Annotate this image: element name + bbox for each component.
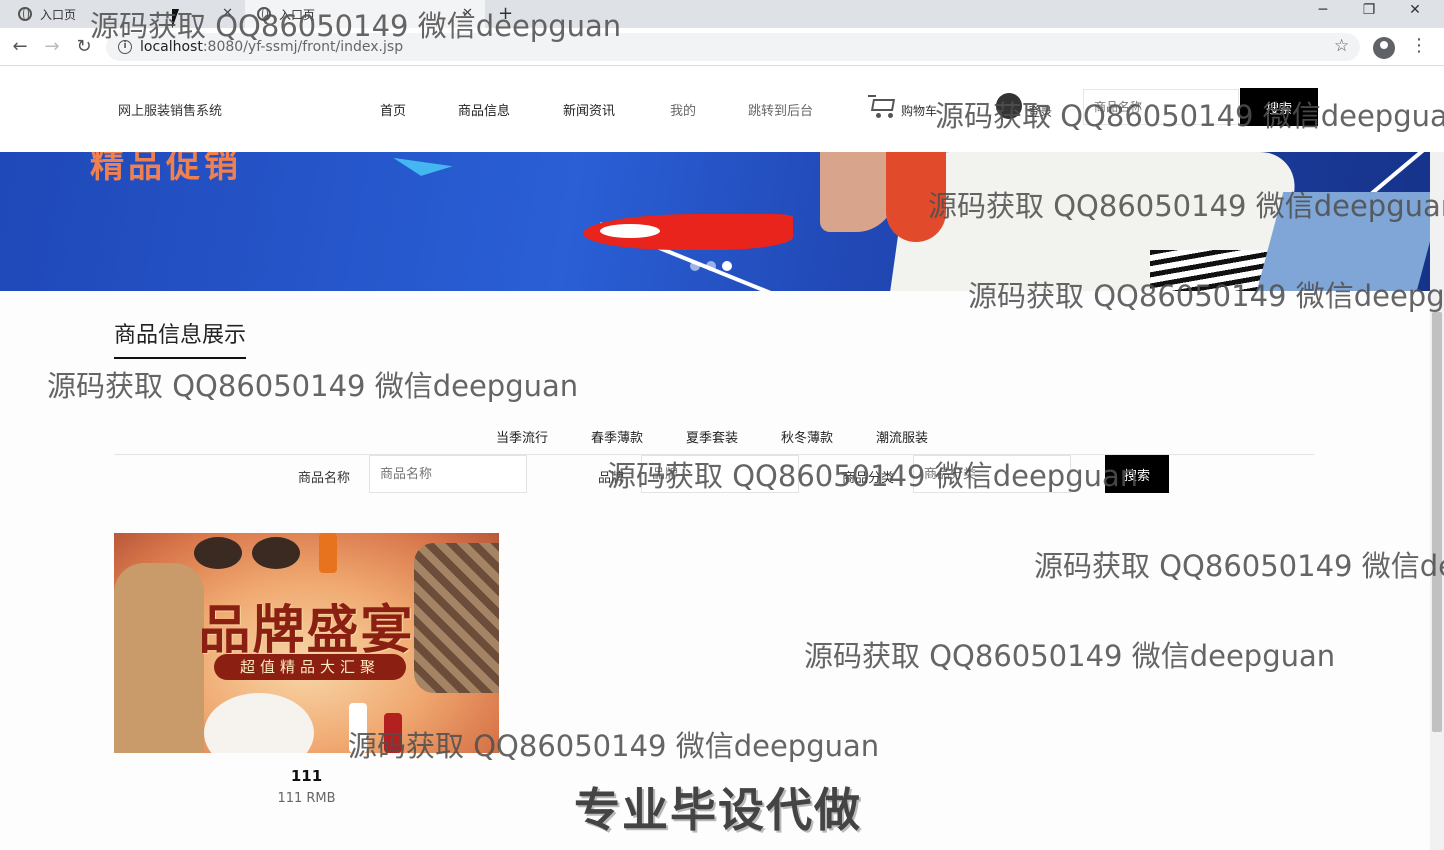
tab-title: 入口页 [40,7,77,22]
site-header: 网上服装销售系统 首页 商品信息 新闻资讯 我的 跳转到后台 购物车 登录 搜索 [0,67,1444,152]
page-scrollbar-thumb[interactable] [1432,312,1442,732]
site-brand[interactable]: 网上服装销售系统 [118,100,222,119]
url-path: :8080/yf-ssmj/front/index.jsp [202,39,404,55]
reload-icon[interactable]: ↻ [72,36,96,57]
globe-icon [257,7,271,21]
filter-name-input[interactable] [369,455,527,493]
category-tab[interactable]: 秋冬薄款 [781,427,833,446]
window-close-button[interactable]: ✕ [1392,2,1438,18]
url-field[interactable]: i localhost:8080/yf-ssmj/front/index.jsp [106,33,1360,61]
user-icon[interactable] [996,93,1022,119]
nav-products[interactable]: 商品信息 [458,100,510,119]
product-image-bottle [319,533,337,573]
watermark-text: 源码获取 QQ86050149 微信deepguan [47,369,579,403]
maximize-button[interactable]: ❐ [1346,2,1392,18]
header-search-button[interactable]: 搜索 [1240,88,1318,126]
banner-striped-skirt [1150,250,1270,291]
section-title: 商品信息展示 [114,317,247,359]
browser-tab-active[interactable]: 入口页 ✕ [245,0,485,28]
carousel-dot[interactable] [706,261,716,271]
product-image-bottle [384,713,402,753]
product-image[interactable]: 品牌盛宴 超值精品大汇聚 [114,533,499,753]
product-image-sunglasses [194,533,304,573]
filter-brand-input[interactable] [641,455,799,493]
filter-search-button[interactable]: 搜索 [1105,455,1169,493]
mouse-cursor-icon [172,9,179,29]
bookmark-star-icon[interactable]: ☆ [1334,36,1349,56]
header-search-input[interactable] [1083,89,1239,125]
back-arrow-icon[interactable]: ← [8,36,32,57]
product-image-title: 品牌盛宴 [198,600,415,661]
profile-avatar-icon[interactable] [1373,37,1395,59]
login-link[interactable]: 登录 [1028,103,1052,120]
cart-link[interactable]: 购物车 [868,93,937,119]
browser-menu-icon[interactable]: ⋮ [1410,35,1428,56]
close-tab-icon[interactable]: ✕ [462,6,473,21]
category-tab[interactable]: 当季流行 [496,427,548,446]
product-image-subtitle: 超值精品大汇聚 [214,654,406,680]
product-image-compact [204,693,314,753]
filter-name-label: 商品名称 [298,471,351,486]
browser-tab[interactable]: 入口页 ✕ [0,0,245,28]
product-image-bottle [349,703,367,753]
watermark-text: 源码获取 QQ86050149 微信deepguan [804,639,1336,673]
product-price: 111 RMB [277,791,336,806]
banner-shoe-inner [600,224,660,238]
filter-category-input[interactable] [913,455,1071,493]
browser-tab-bar: 入口页 ✕ 入口页 ✕ + ─ ❐ ✕ [0,0,1444,28]
banner-sleeve [886,152,946,242]
banner-denim [1256,192,1430,291]
tab-title: 入口页 [279,7,316,22]
site-info-icon[interactable]: i [118,40,132,54]
banner-headline: 精品促销 [90,152,242,186]
carousel-dot[interactable] [690,261,700,271]
nav-admin[interactable]: 跳转到后台 [748,100,813,119]
minimize-button[interactable]: ─ [1300,2,1346,18]
banner-triangle [391,157,453,181]
banner-arm [820,152,896,232]
carousel-dot-active[interactable] [722,261,732,271]
cart-label: 购物车 [901,104,938,118]
watermark-text: 源码获取 QQ86050149 微信deepguan [1034,549,1444,583]
new-tab-button[interactable]: + [498,3,513,24]
filter-brand-label: 品牌 [598,471,625,486]
watermark-footer: 专业毕设代做 [574,783,862,837]
shopping-cart-icon [868,93,898,119]
globe-icon [18,7,32,21]
carousel-indicators [690,261,732,271]
filter-category-label: 商品分类 [842,471,895,486]
forward-arrow-icon[interactable]: → [40,36,64,57]
category-tab[interactable]: 春季薄款 [591,427,643,446]
category-tab[interactable]: 夏季套装 [686,427,738,446]
url-host: localhost [140,39,203,55]
category-tab[interactable]: 潮流服装 [876,427,928,446]
address-bar-row: ← → ↻ i localhost:8080/yf-ssmj/front/ind… [0,28,1444,66]
nav-home[interactable]: 首页 [380,100,406,119]
close-tab-icon[interactable]: ✕ [222,6,233,21]
product-name[interactable]: 111 [114,767,499,785]
nav-mine[interactable]: 我的 [670,100,696,119]
nav-news[interactable]: 新闻资讯 [563,100,615,119]
